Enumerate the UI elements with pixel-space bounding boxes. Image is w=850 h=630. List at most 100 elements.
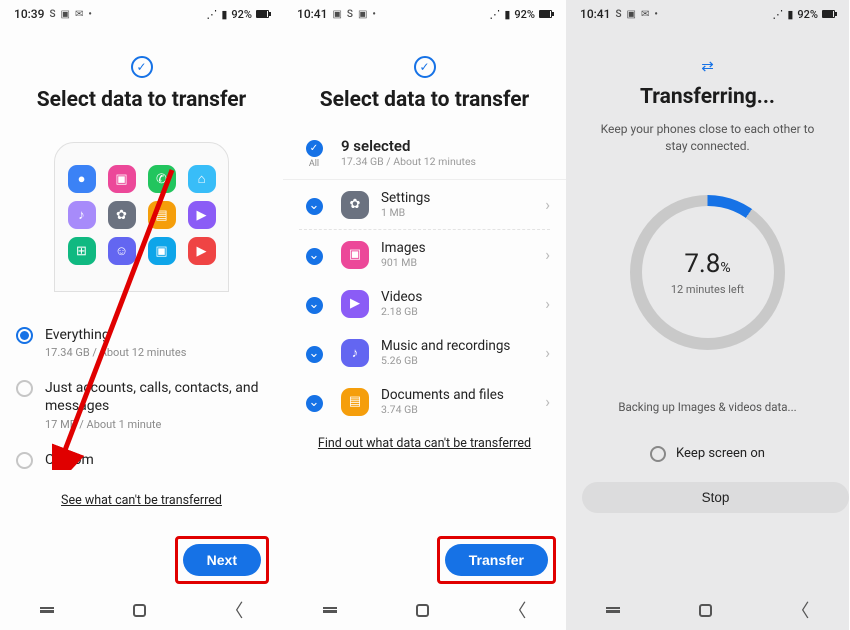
select-all-label: All (299, 159, 329, 169)
radio-icon[interactable] (16, 380, 33, 397)
time-remaining: 12 minutes left (671, 283, 744, 296)
app-icon: ▤ (148, 201, 176, 229)
transfer-status-text: Backing up Images & videos data... (566, 400, 849, 414)
data-item-videos[interactable]: ▶ Videos 2.18 GB › (283, 279, 566, 328)
nav-back-icon[interactable]: 〈 (791, 597, 809, 623)
item-size: 901 MB (381, 256, 533, 269)
chevron-right-icon[interactable]: › (545, 245, 550, 264)
battery-percent: 92% (797, 8, 818, 21)
next-button[interactable]: Next (183, 544, 261, 576)
progress-ring: 7.8% 12 minutes left (630, 195, 785, 350)
status-icon: • (88, 9, 92, 20)
find-out-link[interactable]: Find out what data can't be transferred (283, 436, 566, 451)
radio-unchecked-icon[interactable] (650, 446, 666, 462)
header-icon-wrap: ✓ (283, 56, 566, 78)
app-icon: ▣ (108, 165, 136, 193)
nav-recents-icon[interactable] (606, 607, 620, 613)
item-size: 3.74 GB (381, 403, 533, 416)
swap-arrows-icon: ⇄ (701, 60, 714, 72)
keep-screen-on-toggle[interactable]: Keep screen on (566, 446, 849, 462)
option-0[interactable]: Everything 17.34 GB / About 12 minutes (16, 316, 267, 369)
see-limitations-link[interactable]: See what can't be transferred (0, 493, 283, 508)
battery-percent: 92% (231, 8, 252, 21)
annotation-highlight: Next (175, 536, 269, 584)
chevron-right-icon[interactable]: › (545, 294, 550, 313)
selected-count: 9 selected (341, 137, 550, 155)
status-icon: ▣ (627, 9, 636, 20)
option-sub: 17.34 GB / About 12 minutes (45, 346, 186, 359)
item-checkbox[interactable] (306, 198, 323, 215)
status-icon: S (49, 9, 55, 20)
item-title: Images (381, 240, 533, 256)
chevron-right-icon[interactable]: › (545, 392, 550, 411)
item-title: Documents and files (381, 387, 533, 403)
chevron-right-icon[interactable]: › (545, 195, 550, 214)
status-icon: ▣ (332, 9, 341, 20)
battery-icon (822, 10, 835, 18)
battery-percent: 92% (514, 8, 535, 21)
status-icon: ✉ (75, 9, 83, 20)
transfer-button[interactable]: Transfer (445, 544, 548, 576)
data-item-settings[interactable]: ✿ Settings 1 MB › (283, 180, 566, 229)
page-title: Select data to transfer (0, 88, 283, 112)
nav-recents-icon[interactable] (40, 607, 54, 613)
selected-size: 17.34 GB / About 12 minutes (341, 155, 550, 168)
nav-recents-icon[interactable] (323, 607, 337, 613)
nav-back-icon[interactable]: 〈 (508, 597, 526, 623)
status-icon: ✉ (641, 9, 649, 20)
category-icon: ▤ (341, 388, 369, 416)
check-circle-icon: ✓ (414, 56, 436, 78)
option-2[interactable]: Custom (16, 441, 267, 479)
nav-home-icon[interactable] (699, 604, 712, 617)
app-icon: ☺ (108, 237, 136, 265)
category-icon: ♪ (341, 339, 369, 367)
progress-percent: 7.8% (684, 249, 730, 279)
wifi-icon: ⋰ (772, 8, 783, 21)
option-label: Just accounts, calls, contacts, and mess… (45, 379, 267, 415)
item-title: Music and recordings (381, 338, 533, 354)
annotation-highlight: Transfer (437, 536, 556, 584)
data-item-music-and-recordings[interactable]: ♪ Music and recordings 5.26 GB › (283, 328, 566, 377)
radio-icon[interactable] (16, 327, 33, 344)
option-label: Everything (45, 326, 186, 344)
screen-transferring: 10:41 S ▣ ✉ • ⋰ ▮ 92% ⇄ Transferring... … (566, 0, 849, 630)
nav-home-icon[interactable] (133, 604, 146, 617)
data-item-images[interactable]: ▣ Images 901 MB › (283, 230, 566, 279)
page-subtitle: Keep your phones close to each other to … (566, 121, 849, 155)
status-time: 10:41 (580, 7, 610, 21)
app-icon: ⊞ (68, 237, 96, 265)
screen-select-data: 10:39 S ▣ ✉ • ⋰ ▮ 92% ✓ Select data to t… (0, 0, 283, 630)
screen-select-items: 10:41 ▣ S ▣ • ⋰ ▮ 92% ✓ Select data to t… (283, 0, 566, 630)
status-icon: S (347, 9, 353, 20)
select-all-row[interactable]: All 9 selected 17.34 GB / About 12 minut… (283, 126, 566, 180)
data-item-documents-and-files[interactable]: ▤ Documents and files 3.74 GB › (283, 377, 566, 426)
category-icon: ▶ (341, 290, 369, 318)
radio-icon[interactable] (16, 452, 33, 469)
status-icon: ▣ (358, 9, 367, 20)
item-checkbox[interactable] (306, 395, 323, 412)
option-1[interactable]: Just accounts, calls, contacts, and mess… (16, 369, 267, 440)
nav-bar: 〈 (566, 590, 849, 630)
page-title: Transferring... (566, 85, 849, 109)
stop-button[interactable]: Stop (582, 482, 849, 513)
item-size: 1 MB (381, 206, 533, 219)
nav-back-icon[interactable]: 〈 (225, 597, 243, 623)
status-time: 10:39 (14, 7, 44, 21)
status-icon: ▣ (61, 9, 70, 20)
nav-home-icon[interactable] (416, 604, 429, 617)
app-icon: ♪ (68, 201, 96, 229)
wifi-icon: ⋰ (489, 8, 500, 21)
item-checkbox[interactable] (306, 346, 323, 363)
item-checkbox[interactable] (306, 248, 323, 265)
signal-icon: ▮ (504, 8, 510, 21)
item-size: 5.26 GB (381, 354, 533, 367)
keep-screen-label: Keep screen on (676, 446, 765, 461)
wifi-icon: ⋰ (206, 8, 217, 21)
status-time: 10:41 (297, 7, 327, 21)
check-circle-icon: ✓ (131, 56, 153, 78)
item-checkbox[interactable] (306, 297, 323, 314)
status-icon: • (654, 9, 658, 20)
chevron-right-icon[interactable]: › (545, 343, 550, 362)
header-icon-wrap: ✓ (0, 56, 283, 78)
select-all-checkbox[interactable] (306, 140, 323, 157)
